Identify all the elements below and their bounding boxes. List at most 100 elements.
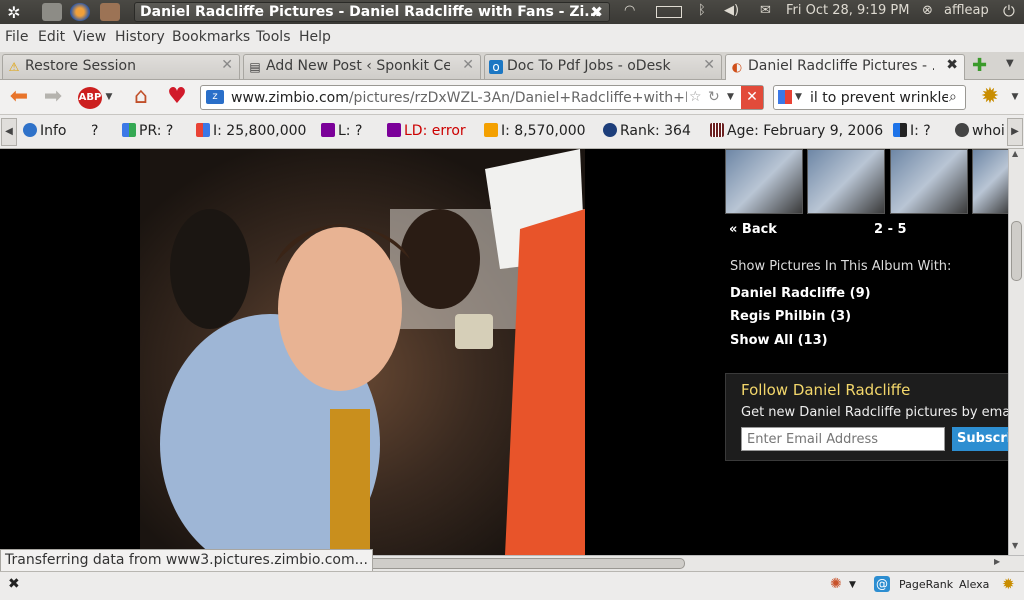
tab-close-icon[interactable]: ✕ [703, 57, 715, 73]
addon-gear-icon[interactable]: ✹ [977, 84, 1003, 110]
yahoo-icon [387, 123, 401, 137]
menu-file[interactable]: File [5, 29, 28, 45]
seo-google-index[interactable]: I: 25,800,000 [196, 123, 306, 139]
info-icon [23, 123, 37, 137]
url-dropdown-icon[interactable]: ▼ [727, 86, 734, 108]
pagerank-label[interactable]: PageRank [899, 578, 953, 591]
window-title-text: Daniel Radcliffe Pictures - Daniel Radcl… [140, 4, 601, 20]
thumbnail-1[interactable] [725, 149, 803, 214]
new-tab-icon[interactable]: ✚ [972, 55, 987, 76]
menu-bookmarks[interactable]: Bookmarks [172, 29, 250, 45]
email-input[interactable] [741, 427, 945, 451]
tab-list-chevron-icon[interactable]: ▼ [1006, 58, 1014, 69]
url-text[interactable]: www.zimbio.com/pictures/rzDxWZL-3An/Dani… [231, 87, 687, 109]
whois-icon [955, 123, 969, 137]
tab-add-new-post[interactable]: ▤ Add New Post ‹ Sponkit Cel... ✕ [243, 54, 481, 79]
seo-whois[interactable]: whois [955, 123, 1005, 139]
seo-yahoo-ld[interactable]: LD: error [387, 123, 466, 139]
tab-zimbio[interactable]: ◐ Daniel Radcliffe Pictures - ... ✖ [725, 54, 965, 80]
text-editor-icon[interactable] [42, 3, 62, 21]
battery-icon[interactable] [656, 6, 682, 18]
stop-icon[interactable]: ✕ [741, 86, 763, 109]
tab-close-icon[interactable]: ✕ [221, 57, 233, 73]
seo-scroll-left-icon[interactable]: ◀ [1, 118, 17, 146]
thumbnail-3[interactable] [890, 149, 968, 214]
seo-archive-age[interactable]: Age: February 9, 2006 [710, 123, 883, 139]
mail-icon[interactable]: ✉ [760, 3, 771, 18]
tab-label: Restore Session [25, 58, 136, 74]
wifi-icon[interactable]: ◠ [624, 3, 635, 18]
album-link-show-all[interactable]: Show All (13) [730, 333, 828, 348]
back-link[interactable]: « Back [729, 222, 777, 237]
seo-delicious[interactable]: I: ? [893, 123, 931, 139]
forward-arrow-icon[interactable]: ➡ [40, 84, 66, 110]
vertical-scroll-thumb[interactable] [1011, 221, 1022, 281]
url-bar[interactable]: z www.zimbio.com/pictures/rzDxWZL-3An/Da… [200, 85, 764, 110]
adblock-chevron-icon[interactable]: ▼ [104, 84, 114, 110]
bookmark-star-icon[interactable]: ☆ [689, 86, 702, 108]
scroll-up-icon[interactable]: ▲ [1012, 149, 1018, 158]
seo-alexa-rank[interactable]: Rank: 364 [603, 123, 691, 139]
tab-restore-session[interactable]: ⚠ Restore Session ✕ [2, 54, 240, 79]
menu-help[interactable]: Help [299, 29, 331, 45]
vertical-scrollbar[interactable]: ▲ ▼ [1008, 149, 1024, 555]
reload-icon[interactable]: ↻ [708, 86, 720, 108]
alexa-label[interactable]: Alexa [959, 578, 989, 591]
bluetooth-icon[interactable]: ᛒ [698, 3, 706, 18]
window-close-icon[interactable]: ✖ [590, 3, 603, 21]
home-icon[interactable]: ⌂ [128, 84, 154, 110]
album-link-regis[interactable]: Regis Philbin (3) [730, 309, 851, 324]
main-photo[interactable] [140, 149, 585, 555]
user-name[interactable]: affleap [944, 3, 989, 18]
scroll-right-icon[interactable]: ▶ [994, 557, 1000, 566]
seo-question[interactable]: ? [91, 123, 98, 139]
scroll-down-icon[interactable]: ▼ [1012, 541, 1018, 550]
site-favicon-icon: z [206, 90, 224, 104]
tab-label: Doc To Pdf Jobs - oDesk [507, 58, 671, 74]
tab-close-icon[interactable]: ✖ [946, 57, 958, 73]
files-icon[interactable] [100, 3, 120, 21]
adblock-icon[interactable]: ABP [78, 87, 102, 109]
seo-yahoo-links-label: L: ? [338, 123, 363, 139]
seo-bing-index-label: I: 8,570,000 [501, 123, 586, 139]
seo-scroll-right-icon[interactable]: ▶ [1007, 118, 1023, 146]
search-icon[interactable]: ⌕ [949, 86, 957, 108]
addon-flame-icon[interactable]: ✺ [830, 576, 842, 592]
thumbnail-2[interactable] [807, 149, 885, 214]
seo-bing-index[interactable]: I: 8,570,000 [484, 123, 586, 139]
power-icon[interactable]: ⏻ [1003, 2, 1015, 20]
toolbar-chevron-icon[interactable]: ▼ [1010, 84, 1020, 110]
menu-view[interactable]: View [73, 29, 106, 45]
seo-info[interactable]: Info [23, 123, 67, 139]
addon-chevron-icon[interactable]: ▼ [849, 580, 856, 590]
tab-odesk[interactable]: o Doc To Pdf Jobs - oDesk ✕ [484, 54, 722, 79]
subscribe-button[interactable]: Subscribe [952, 427, 1008, 451]
clock[interactable]: Fri Oct 28, 9:19 PM [786, 3, 909, 18]
addon-sun-icon[interactable]: ✹ [1002, 575, 1015, 593]
menu-edit[interactable]: Edit [38, 29, 65, 45]
user-status-icon[interactable]: ⊗ [922, 3, 933, 18]
thumbnail-4[interactable] [972, 149, 1008, 214]
horizontal-scroll-thumb[interactable] [345, 558, 685, 569]
menu-history[interactable]: History [115, 29, 165, 45]
menu-tools[interactable]: Tools [256, 29, 291, 45]
google-search-icon[interactable] [778, 90, 792, 104]
seo-pagerank[interactable]: PR: ? [122, 123, 173, 139]
addon-at-icon[interactable]: @ [874, 576, 890, 592]
search-engine-chevron-icon[interactable]: ▼ [795, 86, 802, 108]
page-icon: ▤ [249, 60, 261, 74]
seo-pagerank-label: PR: ? [139, 123, 174, 139]
seo-yahoo-links[interactable]: L: ? [321, 123, 362, 139]
back-arrow-icon[interactable]: ⬅ [6, 84, 32, 110]
search-input[interactable]: il to prevent wrinkles [810, 87, 948, 109]
album-link-daniel[interactable]: Daniel Radcliffe (9) [730, 286, 871, 301]
pager-text: 2 - 5 [874, 222, 907, 237]
heart-icon[interactable]: ♥ [165, 84, 189, 110]
search-bar[interactable]: ▼ il to prevent wrinkles ⌕ [773, 85, 966, 110]
close-addon-bar-icon[interactable]: ✖ [8, 576, 20, 592]
tab-close-icon[interactable]: ✕ [462, 57, 474, 73]
follow-description: Get new Daniel Radcliffe pictures by ema… [741, 405, 1008, 420]
volume-icon[interactable]: ◀) [724, 3, 739, 18]
firefox-icon[interactable] [70, 3, 90, 21]
ubuntu-logo-icon[interactable]: ✲ [4, 3, 24, 22]
